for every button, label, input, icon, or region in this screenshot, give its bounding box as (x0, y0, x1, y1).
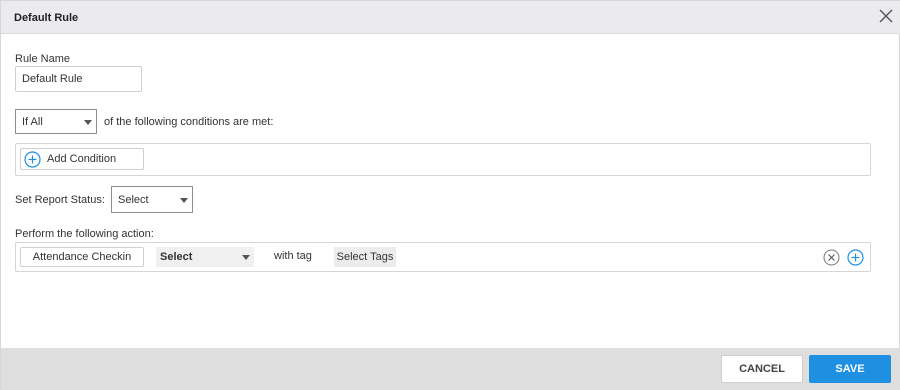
report-status-select[interactable]: Select (111, 186, 193, 213)
chevron-down-icon (180, 197, 188, 203)
dialog-footer: CANCEL SAVE (1, 348, 900, 390)
action-row: Attendance Checkin Select with tag Selec… (15, 242, 871, 272)
add-condition-button[interactable]: Add Condition (20, 148, 144, 170)
add-condition-label: Add Condition (47, 153, 117, 165)
report-status-value: Select (118, 194, 149, 206)
chevron-down-icon (242, 255, 250, 260)
with-tag-label: with tag (274, 250, 312, 262)
rule-name-label: Rule Name (15, 53, 71, 65)
remove-action-icon[interactable] (823, 249, 840, 266)
plus-circle-icon (24, 150, 41, 168)
condition-match-value: If All (22, 115, 43, 128)
condition-match-select[interactable]: If All (15, 109, 97, 134)
dialog-title: Default Rule (14, 12, 79, 24)
condition-match-text: of the following conditions are met: (104, 116, 274, 128)
tags-select[interactable]: Select Tags (334, 247, 396, 267)
report-status-label: Set Report Status: (15, 194, 105, 206)
cancel-button[interactable]: CANCEL (721, 355, 803, 383)
chevron-down-icon (84, 119, 92, 125)
conditions-container: Add Condition (15, 143, 871, 176)
rule-name-input[interactable] (15, 66, 142, 92)
action-select-value: Select (160, 251, 193, 263)
action-select[interactable]: Select (156, 247, 254, 267)
rule-dialog: Default Rule Rule Name If All of the fol… (0, 0, 900, 390)
close-icon[interactable] (877, 7, 895, 25)
add-action-icon[interactable] (847, 249, 864, 266)
actions-label: Perform the following action: (15, 228, 154, 240)
save-button[interactable]: SAVE (809, 355, 891, 383)
action-name-field[interactable]: Attendance Checkin (20, 247, 144, 267)
dialog-header: Default Rule (1, 1, 900, 34)
